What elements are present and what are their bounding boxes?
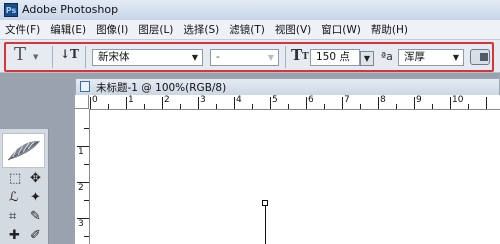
ruler-label: 5	[272, 95, 278, 105]
chevron-down-icon: ▼	[452, 53, 459, 62]
ruler-origin[interactable]	[75, 95, 89, 109]
font-size-input[interactable]: 150 点	[310, 49, 360, 66]
menu-file[interactable]: 文件(F)	[0, 22, 45, 37]
ruler-label: 7	[344, 95, 350, 105]
lasso-tool-icon[interactable]: ℒ	[9, 191, 18, 205]
menu-help[interactable]: 帮助(H)	[366, 22, 413, 37]
menu-view[interactable]: 视图(V)	[270, 22, 316, 37]
ruler-label: 6	[308, 95, 314, 105]
move-tool-icon[interactable]: ✥	[30, 172, 41, 186]
marquee-tool-icon[interactable]: ⬚	[9, 172, 21, 186]
character-panel-icon[interactable]	[470, 49, 490, 65]
chevron-down-icon: ▼	[267, 53, 274, 62]
ruler-tick	[468, 104, 469, 109]
ruler-label: 1	[128, 95, 134, 105]
antialias-icon: ªa	[381, 50, 393, 63]
ruler-tick	[216, 104, 217, 109]
ruler-tick	[234, 97, 235, 109]
menu-layer[interactable]: 图层(L)	[133, 22, 178, 37]
ruler-label: 3	[78, 219, 84, 229]
ruler-tick	[77, 218, 89, 219]
menu-bar: 文件(F) 编辑(E) 图像(I) 图层(L) 选择(S) 滤镜(T) 视图(V…	[0, 20, 500, 40]
ruler-tick	[378, 97, 379, 109]
ruler-tick	[396, 104, 397, 109]
ruler-tick	[90, 97, 91, 109]
ruler-tick	[162, 97, 163, 109]
divider	[285, 46, 286, 68]
feather-icon	[2, 133, 45, 168]
font-style-value: -	[216, 51, 220, 63]
ruler-tick	[84, 164, 89, 165]
photoshop-app-icon: Ps	[4, 3, 18, 17]
ruler-tick	[180, 104, 181, 109]
ruler-tick	[270, 97, 271, 109]
menu-select[interactable]: 选择(S)	[178, 22, 224, 37]
ruler-tick	[144, 104, 145, 109]
menu-edit[interactable]: 编辑(E)	[45, 22, 91, 37]
ruler-tick	[108, 104, 109, 109]
ruler-tick	[486, 97, 487, 109]
toggle-text-orientation-icon[interactable]: ↓T	[60, 47, 79, 61]
menu-filter[interactable]: 滤镜(T)	[224, 22, 270, 37]
ruler-label: 1	[78, 147, 84, 157]
antialias-value: 浑厚	[404, 51, 425, 63]
ruler-tick	[84, 128, 89, 129]
ruler-label: 3	[200, 95, 206, 105]
ruler-tick	[77, 182, 89, 183]
ruler-tick	[450, 97, 451, 109]
ruler-tick	[198, 97, 199, 109]
ruler-label: 8	[380, 95, 386, 105]
ruler-label: 2	[78, 183, 84, 193]
crop-tool-icon[interactable]: ⌗	[9, 210, 16, 224]
ruler-tick	[288, 104, 289, 109]
ruler-tick	[360, 104, 361, 109]
tool-preset-arrow-icon[interactable]: ▼	[33, 53, 38, 61]
ruler-tick	[324, 104, 325, 109]
font-size-icon-small: T	[302, 52, 309, 62]
ruler-tick	[84, 236, 89, 237]
document-title: 未标题-1 @ 100%(RGB/8)	[96, 82, 227, 94]
ruler-tick	[126, 97, 127, 109]
ruler-label: 9	[416, 95, 422, 105]
ruler-tick	[84, 200, 89, 201]
font-family-select[interactable]: 新宋体 ▼	[92, 49, 203, 66]
magic-wand-icon[interactable]: ✦	[30, 191, 41, 205]
brush-tool-icon[interactable]: ✐	[30, 229, 41, 243]
document-canvas[interactable]	[90, 110, 500, 244]
divider	[52, 46, 53, 68]
text-insertion-caret	[265, 206, 266, 244]
font-size-dropdown-button[interactable]: ▼	[360, 51, 374, 66]
ruler-label: 2	[164, 95, 170, 105]
title-bar: Ps Adobe Photoshop	[0, 0, 500, 21]
font-size-icon: T	[291, 46, 303, 64]
divider	[85, 46, 86, 68]
ruler-tick	[77, 146, 89, 147]
ruler-tick	[414, 97, 415, 109]
window-title: Adobe Photoshop	[22, 3, 119, 16]
ruler-tick	[432, 104, 433, 109]
antialias-select[interactable]: 浑厚 ▼	[398, 49, 464, 66]
chevron-down-icon: ▼	[191, 53, 198, 62]
slice-tool-icon[interactable]: ✎	[30, 210, 41, 224]
menu-window[interactable]: 窗口(W)	[316, 22, 366, 37]
font-style-select[interactable]: - ▼	[210, 49, 279, 66]
font-size-value: 150 点	[316, 51, 350, 63]
ruler-label: 0	[92, 95, 98, 105]
ruler-tick	[252, 104, 253, 109]
ruler-tick	[342, 97, 343, 109]
type-tool-icon[interactable]: T	[14, 44, 26, 65]
healing-brush-icon[interactable]: ✚	[9, 229, 20, 243]
font-family-value: 新宋体	[98, 51, 130, 63]
ruler-label: 10	[452, 95, 464, 105]
ruler-label: 4	[236, 95, 242, 105]
menu-image[interactable]: 图像(I)	[91, 22, 133, 37]
ruler-tick	[306, 97, 307, 109]
document-icon	[80, 81, 90, 92]
